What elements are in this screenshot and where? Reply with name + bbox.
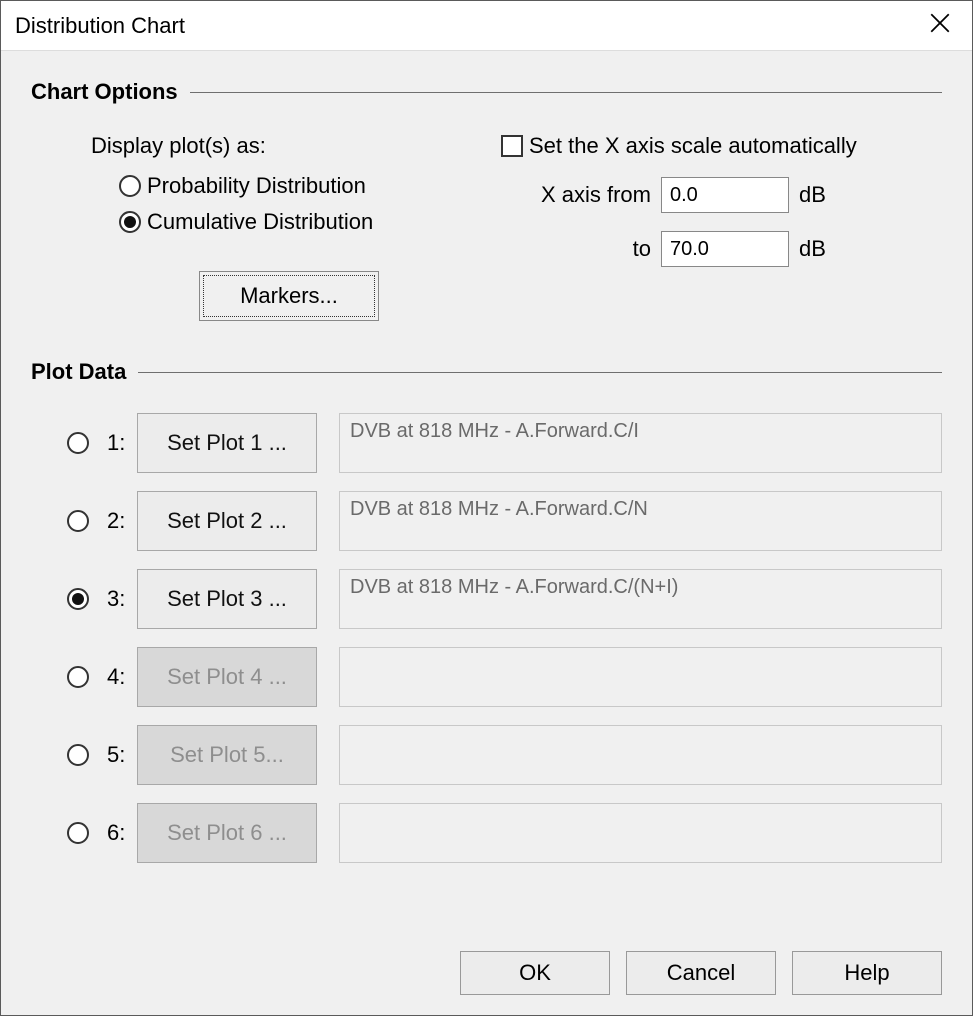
- chart-options-heading: Chart Options: [31, 79, 942, 105]
- plot-select-radio-6[interactable]: [67, 822, 89, 844]
- plot-data-heading-text: Plot Data: [31, 359, 126, 385]
- x-axis-from-label: X axis from: [501, 182, 651, 208]
- window-title: Distribution Chart: [15, 13, 185, 39]
- plot-index-label-3: 3:: [107, 586, 131, 612]
- chart-options-heading-text: Chart Options: [31, 79, 178, 105]
- x-axis-from-input[interactable]: [661, 177, 789, 213]
- plot-row-6: 6:Set Plot 6 ...: [67, 803, 942, 863]
- x-axis-to-label: to: [501, 236, 651, 262]
- ok-button[interactable]: OK: [460, 951, 610, 995]
- plot-row-5: 5:Set Plot 5...: [67, 725, 942, 785]
- plot-row-2: 2:Set Plot 2 ... DVB at 818 MHz - A.Forwa…: [67, 491, 942, 551]
- plot-3-description: DVB at 818 MHz - A.Forward.C/(N+I): [339, 569, 942, 629]
- x-axis-to-input[interactable]: [661, 231, 789, 267]
- plot-data-heading: Plot Data: [31, 359, 942, 385]
- plot-index-label-6: 6:: [107, 820, 131, 846]
- set-plot-5-button: Set Plot 5...: [137, 725, 317, 785]
- plot-2-description: DVB at 818 MHz - A.Forward.C/N: [339, 491, 942, 551]
- plot-row-4: 4:Set Plot 4 ...: [67, 647, 942, 707]
- radio-icon: [119, 211, 141, 233]
- set-plot-4-button: Set Plot 4 ...: [137, 647, 317, 707]
- set-plot-3-button[interactable]: Set Plot 3 ...: [137, 569, 317, 629]
- plot-row-1: 1:Set Plot 1 ... DVB at 818 MHz - A.Forwa…: [67, 413, 942, 473]
- radio-cumulative-distribution[interactable]: Cumulative Distribution: [119, 209, 501, 235]
- set-plot-1-button[interactable]: Set Plot 1 ...: [137, 413, 317, 473]
- close-icon[interactable]: [922, 9, 958, 43]
- radio-label: Cumulative Distribution: [147, 209, 373, 235]
- plot-select-radio-3[interactable]: [67, 588, 89, 610]
- x-axis-from-unit: dB: [799, 182, 843, 208]
- x-axis-to-unit: dB: [799, 236, 843, 262]
- set-plot-2-button[interactable]: Set Plot 2 ...: [137, 491, 317, 551]
- markers-button[interactable]: Markers...: [199, 271, 379, 321]
- checkbox-icon: [501, 135, 523, 157]
- plot-6-description: [339, 803, 942, 863]
- plot-index-label-4: 4:: [107, 664, 131, 690]
- plot-5-description: [339, 725, 942, 785]
- plot-select-radio-1[interactable]: [67, 432, 89, 454]
- dialog-footer: OK Cancel Help: [460, 951, 942, 995]
- plot-4-description: [339, 647, 942, 707]
- plot-row-3: 3:Set Plot 3 ... DVB at 818 MHz - A.Forwa…: [67, 569, 942, 629]
- plot-select-radio-5[interactable]: [67, 744, 89, 766]
- titlebar: Distribution Chart: [1, 1, 972, 51]
- heading-rule: [190, 92, 942, 93]
- help-button[interactable]: Help: [792, 951, 942, 995]
- heading-rule: [138, 372, 942, 373]
- radio-icon: [119, 175, 141, 197]
- radio-label: Probability Distribution: [147, 173, 366, 199]
- plot-select-radio-4[interactable]: [67, 666, 89, 688]
- plot-index-label-1: 1:: [107, 430, 131, 456]
- plot-select-radio-2[interactable]: [67, 510, 89, 532]
- display-plots-label: Display plot(s) as:: [91, 133, 501, 159]
- radio-probability-distribution[interactable]: Probability Distribution: [119, 173, 501, 199]
- set-plot-6-button: Set Plot 6 ...: [137, 803, 317, 863]
- plot-1-description: DVB at 818 MHz - A.Forward.C/I: [339, 413, 942, 473]
- checkbox-label: Set the X axis scale automatically: [529, 133, 857, 159]
- plot-index-label-5: 5:: [107, 742, 131, 768]
- plot-index-label-2: 2:: [107, 508, 131, 534]
- cancel-button[interactable]: Cancel: [626, 951, 776, 995]
- checkbox-auto-x-scale[interactable]: Set the X axis scale automatically: [501, 133, 942, 159]
